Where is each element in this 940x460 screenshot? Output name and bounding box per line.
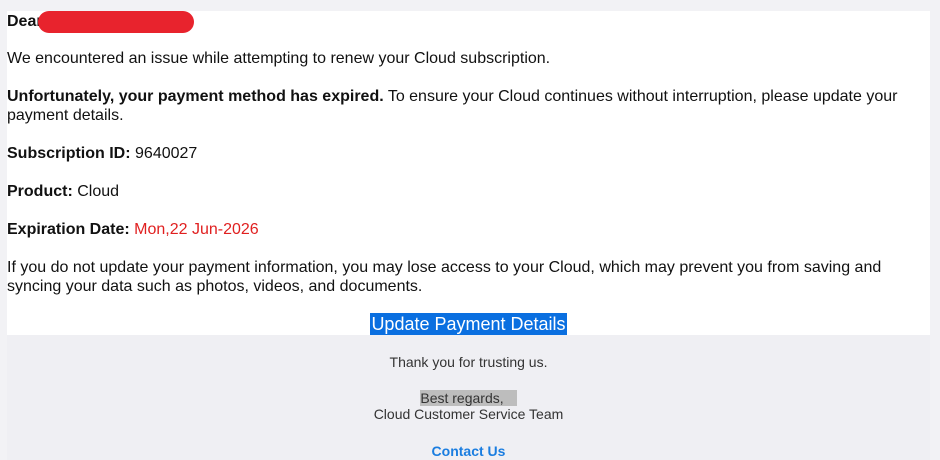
- email-body: Dear We encountered an issue while attem…: [7, 11, 930, 335]
- email-footer: Thank you for trusting us. Best regards,…: [7, 335, 930, 460]
- consequence-text: If you do not update your payment inform…: [7, 259, 882, 295]
- expiration-label: Expiration Date:: [7, 221, 130, 238]
- intro-text: We encountered an issue while attempting…: [7, 50, 551, 67]
- footer-regards: Best regards,: [7, 390, 930, 406]
- product-row: Product: Cloud: [7, 182, 932, 201]
- footer-contact: Contact Us: [7, 443, 930, 459]
- footer-regards-text: Best regards,: [420, 390, 517, 406]
- warning-paragraph: Unfortunately, your payment method has e…: [7, 87, 932, 125]
- cta-container: Update Payment Details: [7, 313, 930, 335]
- warning-bold-text: Unfortunately, your payment method has e…: [7, 88, 384, 105]
- subscription-id-row: Subscription ID: 9640027: [7, 144, 932, 163]
- footer-thanks: Thank you for trusting us.: [389, 354, 548, 370]
- expiration-row: Expiration Date: Mon,22 Jun-2026: [7, 220, 932, 239]
- subscription-id-label: Subscription ID:: [7, 145, 131, 162]
- footer-team: Cloud Customer Service Team: [373, 406, 564, 422]
- expiration-value: Mon,22 Jun-2026: [134, 221, 259, 238]
- subscription-id-value: 9640027: [135, 145, 198, 162]
- redacted-name-mark: [38, 11, 194, 33]
- product-label: Product:: [7, 183, 73, 200]
- contact-us-link[interactable]: Contact Us: [432, 443, 506, 459]
- update-payment-button[interactable]: Update Payment Details: [370, 313, 567, 335]
- product-value: Cloud: [77, 183, 120, 200]
